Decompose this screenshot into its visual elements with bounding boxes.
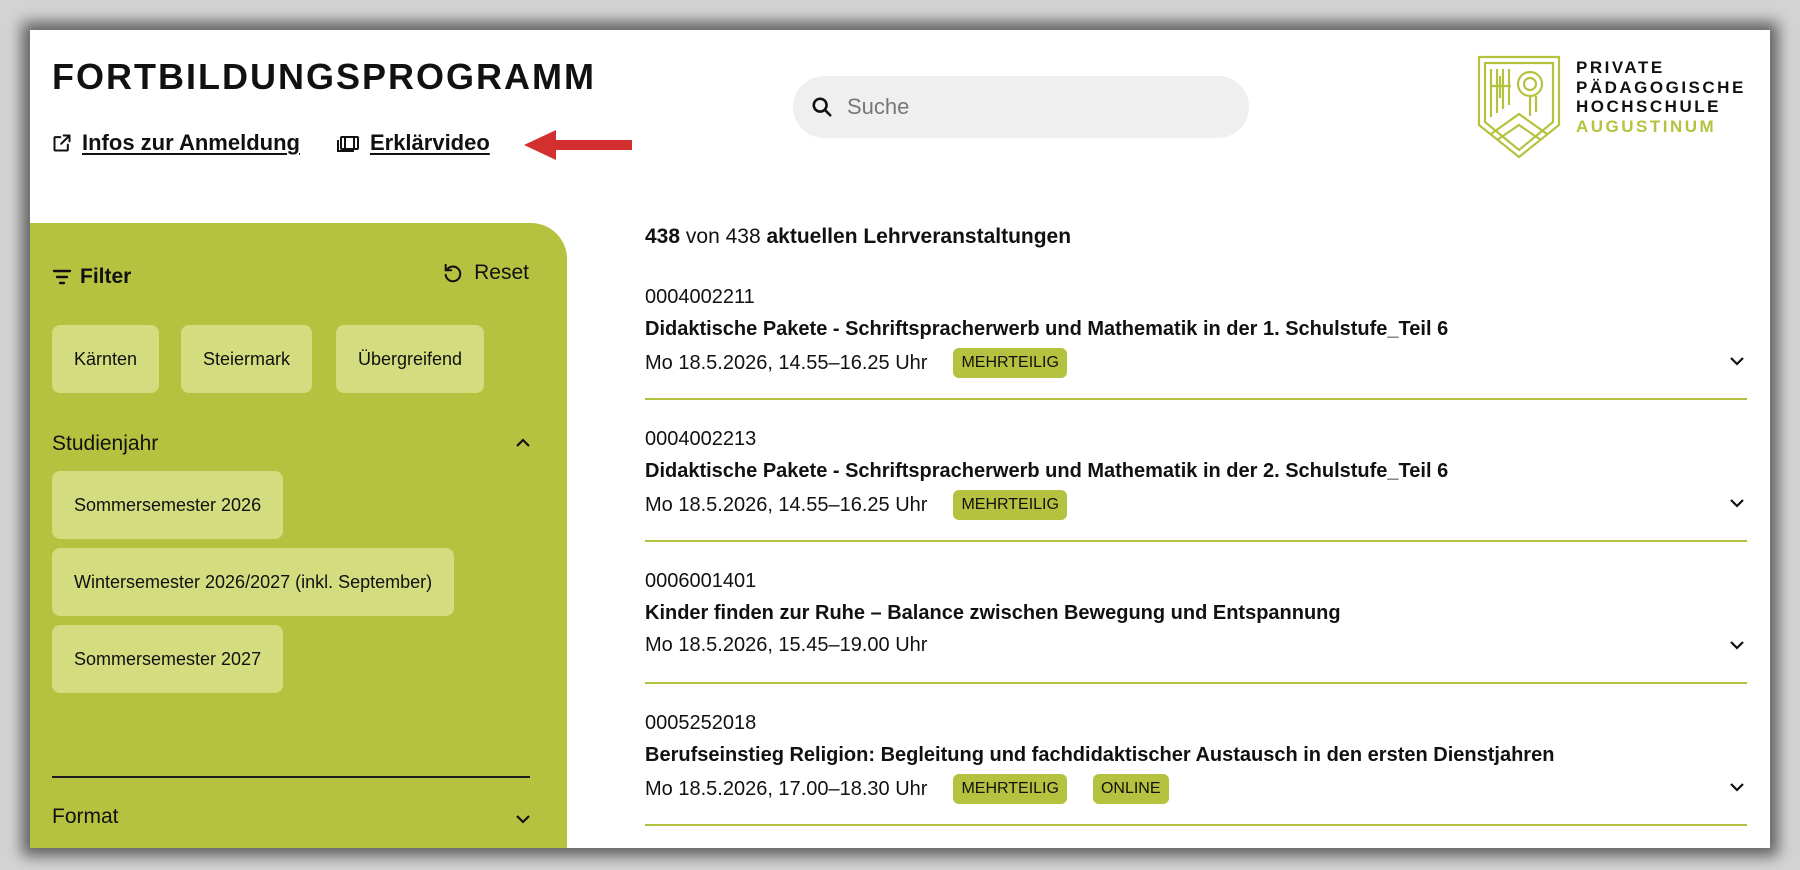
- result-count-of: von: [685, 225, 720, 248]
- studienjahr-section-toggle[interactable]: Studienjahr: [52, 432, 158, 456]
- chevron-down-icon[interactable]: [515, 814, 531, 824]
- logo-emblem-icon: [1477, 55, 1561, 159]
- result-count: 438 von 438 aktuellen Lehrveranstaltunge…: [645, 225, 1071, 249]
- chevron-down-icon[interactable]: [1729, 640, 1745, 650]
- badge-mehrteilig: MEHRTEILIG: [953, 490, 1067, 520]
- region-chip-steiermark[interactable]: Steiermark: [181, 325, 313, 393]
- course-list: 0004002211 Didaktische Pakete - Schrifts…: [645, 258, 1747, 826]
- course-meta: Mo 18.5.2026, 14.55–16.25 Uhr MEHRTEILIG: [645, 348, 1747, 378]
- search-input[interactable]: [847, 94, 1207, 120]
- search-box[interactable]: [793, 76, 1249, 138]
- video-icon: [336, 136, 359, 152]
- list-item[interactable]: 0006001401 Kinder finden zur Ruhe – Bala…: [645, 542, 1747, 684]
- logo-line-1: PRIVATE: [1576, 58, 1665, 77]
- list-item[interactable]: 0005252018 Berufseinstieg Religion: Begl…: [645, 684, 1747, 826]
- semester-chip-sose-2027[interactable]: Sommersemester 2027: [52, 625, 284, 693]
- chevron-down-icon[interactable]: [1729, 356, 1745, 366]
- course-number: 0004002213: [645, 428, 757, 450]
- filter-icon: [52, 269, 72, 285]
- result-count-total: 438: [725, 225, 761, 248]
- course-meta: Mo 18.5.2026, 15.45–19.00 Uhr: [645, 632, 1747, 658]
- course-meta: Mo 18.5.2026, 14.55–16.25 Uhr MEHRTEILIG: [645, 490, 1747, 520]
- reset-button[interactable]: Reset: [442, 261, 529, 285]
- semester-chip-sose-2026[interactable]: Sommersemester 2026: [52, 471, 284, 539]
- course-number: 0005252018: [645, 712, 757, 734]
- chevron-up-icon[interactable]: [515, 438, 531, 448]
- logo-text: PRIVATE PÄDAGOGISCHE HOCHSCHULE AUGUSTIN…: [1576, 58, 1746, 160]
- badge-online: ONLINE: [1092, 774, 1169, 804]
- list-item[interactable]: 0004002211 Didaktische Pakete - Schrifts…: [645, 258, 1747, 400]
- course-number: 0004002211: [645, 286, 755, 308]
- registration-info-label: Infos zur Anmeldung: [82, 130, 300, 155]
- reset-label: Reset: [474, 261, 529, 284]
- header-links: Infos zur Anmeldung Erklärvideo: [52, 130, 490, 156]
- course-time: Mo 18.5.2026, 17.00–18.30 Uhr: [645, 778, 928, 800]
- reset-icon: [444, 263, 462, 283]
- filter-label: Filter: [80, 265, 132, 288]
- course-title: Didaktische Pakete - Schriftspracherwerb…: [645, 318, 1449, 340]
- explainer-video-link[interactable]: Erklärvideo: [336, 130, 490, 156]
- filter-sidebar: Filter Reset Kärnten Steiermark Übergrei…: [30, 223, 567, 848]
- course-meta: Mo 18.5.2026, 17.00–18.30 Uhr MEHRTEILIG…: [645, 774, 1747, 804]
- region-chip-uebergreifend[interactable]: Übergreifend: [336, 325, 485, 393]
- badge-mehrteilig: MEHRTEILIG: [953, 774, 1067, 804]
- course-time: Mo 18.5.2026, 14.55–16.25 Uhr: [645, 352, 928, 374]
- result-count-shown: 438: [645, 225, 681, 248]
- chevron-down-icon[interactable]: [1729, 498, 1745, 508]
- registration-info-link[interactable]: Infos zur Anmeldung: [52, 130, 300, 156]
- page-title: FORTBILDUNGSPROGRAMM: [52, 56, 596, 97]
- red-arrow-annotation: [524, 130, 632, 160]
- list-item[interactable]: 0004002213 Didaktische Pakete - Schrifts…: [645, 400, 1747, 542]
- external-link-icon: [53, 134, 71, 152]
- course-number: 0006001401: [645, 570, 757, 592]
- logo-line-4: AUGUSTINUM: [1576, 116, 1717, 136]
- badge-mehrteilig: MEHRTEILIG: [953, 348, 1067, 378]
- chevron-down-icon[interactable]: [1729, 782, 1745, 792]
- filter-header[interactable]: Filter: [52, 265, 131, 289]
- logo-line-3: HOCHSCHULE: [1576, 97, 1721, 116]
- result-count-suffix: aktuellen Lehrveranstaltungen: [766, 225, 1072, 248]
- search-icon: [812, 97, 832, 117]
- app-window: FORTBILDUNGSPROGRAMM Infos zur Anmeldung…: [30, 30, 1770, 848]
- format-section-toggle[interactable]: Format: [52, 805, 119, 829]
- explainer-video-label: Erklärvideo: [369, 130, 490, 155]
- university-logo: PRIVATE PÄDAGOGISCHE HOCHSCHULE AUGUSTIN…: [1476, 54, 1746, 160]
- course-time: Mo 18.5.2026, 14.55–16.25 Uhr: [645, 494, 928, 516]
- semester-chip-wise-2026-2027[interactable]: Wintersemester 2026/2027 (inkl. Septembe…: [52, 548, 455, 616]
- course-title: Berufseinstieg Religion: Begleitung und …: [645, 744, 1555, 766]
- course-time: Mo 18.5.2026, 15.45–19.00 Uhr: [645, 634, 928, 656]
- sidebar-divider: [52, 776, 530, 778]
- course-title: Didaktische Pakete - Schriftspracherwerb…: [645, 460, 1449, 482]
- course-title: Kinder finden zur Ruhe – Balance zwische…: [645, 602, 1341, 624]
- logo-line-2: PÄDAGOGISCHE: [1576, 77, 1746, 97]
- region-chip-kaernten[interactable]: Kärnten: [52, 325, 160, 393]
